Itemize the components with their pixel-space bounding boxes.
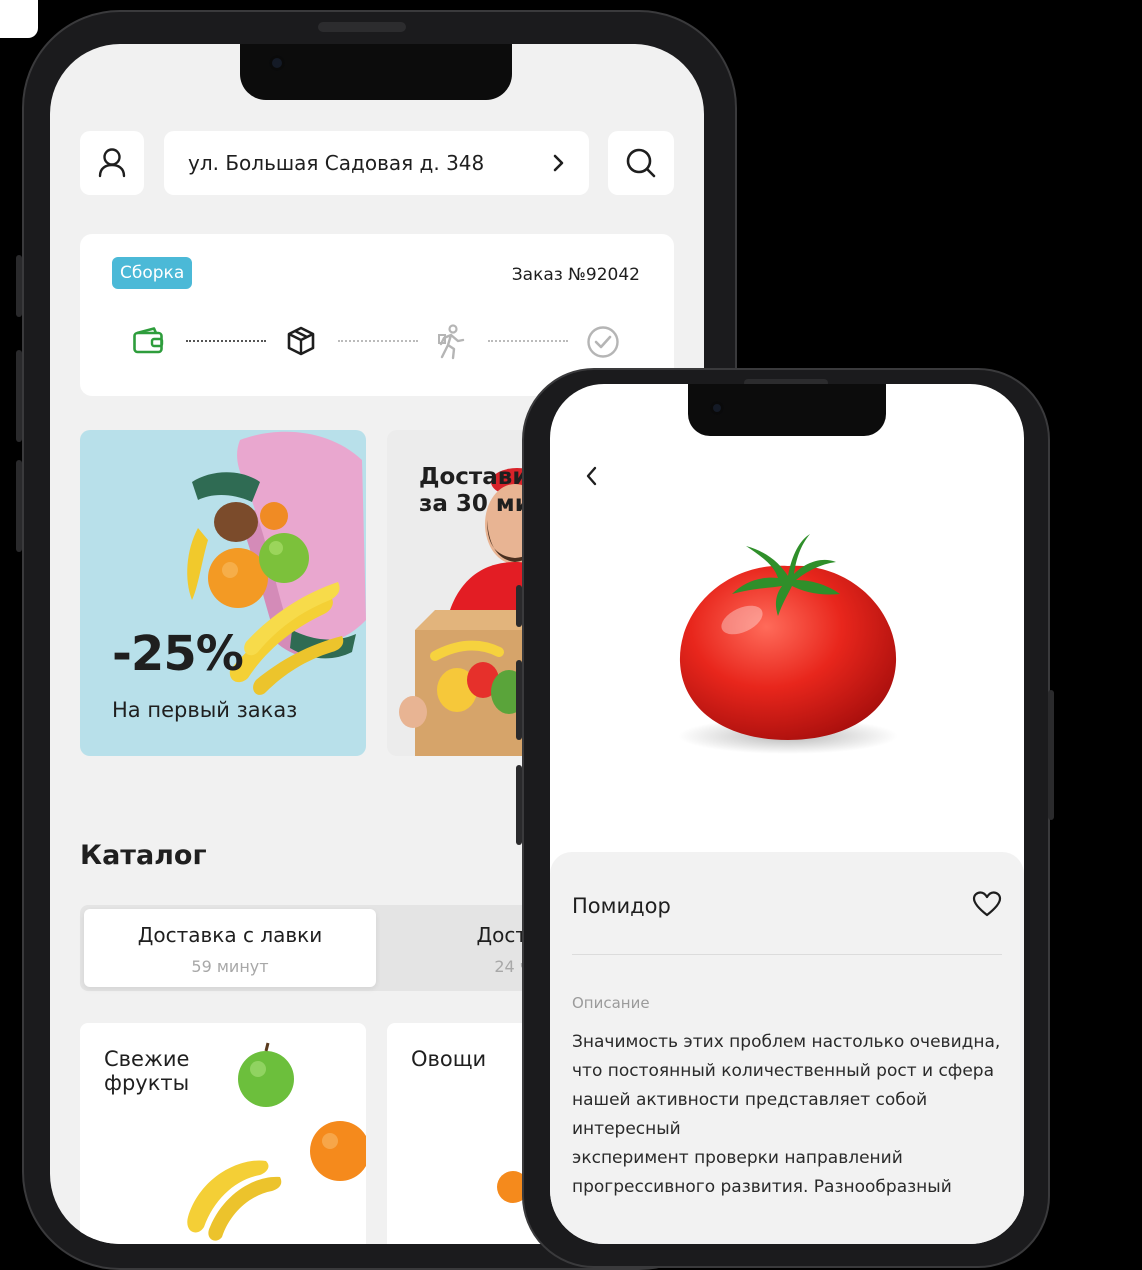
description-line: что постоянный количественный рост и сфе… [572, 1061, 995, 1081]
order-number: Заказ №92042 [511, 265, 640, 285]
chevron-right-icon [553, 154, 564, 172]
wallet-icon [133, 327, 164, 354]
description-line: Значимость этих проблем настолько очевид… [572, 1032, 1001, 1052]
promo-discount-value: -25% [112, 626, 244, 682]
product-screen: Помидор Описание Значимость этих проблем… [550, 384, 1024, 1244]
description-line: эксперимент проверки направлений [572, 1148, 903, 1168]
heart-icon[interactable] [972, 890, 1002, 918]
phone-volume-down [16, 460, 22, 552]
search-button[interactable] [608, 131, 674, 195]
phone-volume-down [516, 765, 522, 845]
phone-speaker [318, 22, 406, 32]
progress-connector [186, 340, 266, 342]
divider [572, 954, 1002, 955]
description-line: нашей активности представляет собой инте… [572, 1090, 928, 1139]
category-title-line2: фрукты [104, 1071, 190, 1095]
back-icon[interactable] [580, 464, 604, 488]
user-icon [98, 148, 126, 178]
description-label: Описание [572, 994, 650, 1012]
address-text: ул. Большая Садовая д. 348 [188, 151, 485, 175]
progress-connector [488, 340, 568, 342]
progress-connector [338, 340, 418, 342]
phone-notch [240, 44, 512, 100]
promo-banner-discount[interactable]: -25% На первый заказ [80, 430, 366, 756]
profile-button[interactable] [80, 131, 144, 195]
camera-icon [710, 401, 724, 415]
corner-decoration [0, 0, 38, 38]
phone-volume-up [516, 660, 522, 740]
address-selector[interactable]: ул. Большая Садовая д. 348 [164, 131, 589, 195]
product-image-tomato [678, 534, 898, 754]
box-icon [287, 326, 315, 356]
search-icon [626, 148, 656, 178]
catalog-title: Каталог [80, 840, 207, 871]
camera-icon [269, 55, 285, 71]
category-title-line1: Овощи [411, 1047, 487, 1071]
phone-side-button [16, 255, 22, 317]
phone-power-button [1048, 690, 1054, 820]
promo-discount-subtitle: На первый заказ [112, 698, 298, 722]
tab-delivery-shop-time: 59 минут [191, 957, 269, 976]
status-badge: Сборка [112, 257, 193, 289]
courier-icon [438, 324, 465, 360]
tab-delivery-shop[interactable]: Доставка с лавки 59 минут [84, 909, 376, 987]
fruits-illustration [187, 1042, 366, 1241]
description-text: Значимость этих проблем настолько очевид… [572, 1028, 1017, 1202]
description-line: прогрессивного развития. Разнообразный [572, 1177, 952, 1197]
product-details-sheet: Помидор Описание Значимость этих проблем… [550, 852, 1024, 1244]
tab-delivery-shop-label: Доставка с лавки [137, 923, 323, 947]
category-title-line1: Свежие [104, 1047, 190, 1071]
phone-side-button [516, 585, 522, 627]
phone-volume-up [16, 350, 22, 442]
category-card-fruits[interactable]: Свежие фрукты [80, 1023, 366, 1244]
check-circle-icon [587, 326, 619, 358]
product-name: Помидор [572, 894, 671, 918]
